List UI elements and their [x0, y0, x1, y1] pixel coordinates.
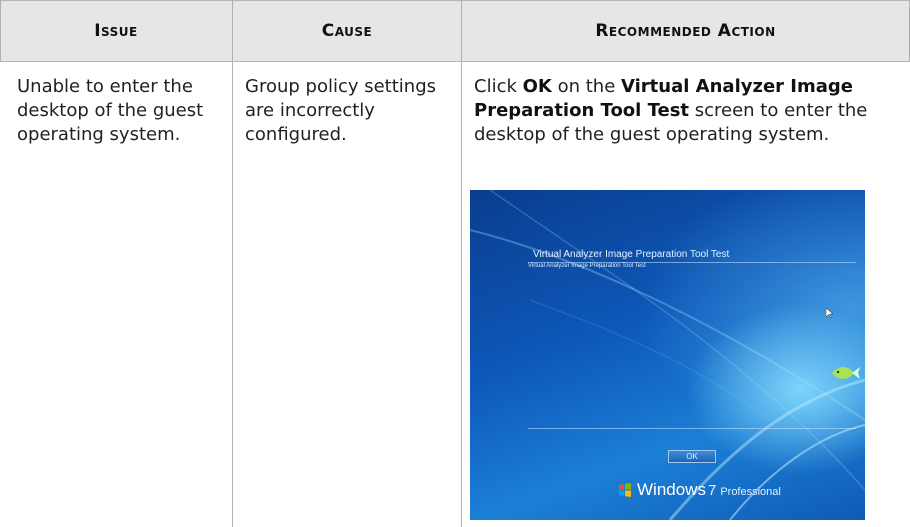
windows-desktop-screenshot: Virtual Analyzer Image Preparation Tool … [470, 190, 865, 520]
fish-icon [832, 367, 860, 379]
action-text-1: Click [474, 76, 523, 97]
ok-term: OK [522, 76, 552, 97]
dialog-subtitle: Virtual Analyzer Image Preparation Tool … [528, 263, 646, 269]
dialog-title: Virtual Analyzer Image Preparation Tool … [533, 249, 730, 260]
header-recommended-action: Recommended Action [595, 20, 776, 41]
column-divider [232, 0, 233, 527]
troubleshooting-table: Issue Cause Recommended Action Unable to… [0, 0, 910, 527]
brand-edition: Professional [720, 486, 781, 498]
cause-cell: Group policy settings are incorrectly co… [245, 76, 437, 145]
header-cause: Cause [321, 20, 373, 41]
brand-version: 7 [707, 482, 717, 499]
action-cell: Click OK on the Virtual Analyzer Image P… [474, 75, 894, 147]
windows-flag-icon [619, 483, 631, 497]
header-issue: Issue [94, 20, 138, 41]
mouse-cursor-icon [826, 308, 834, 318]
wallpaper-swoosh [470, 190, 865, 520]
issue-cell: Unable to enter the desktop of the guest… [17, 76, 204, 145]
brand-name: Windows [637, 480, 706, 499]
dialog-divider [528, 428, 856, 429]
action-text-2: on the [551, 76, 622, 97]
windows-brand: Windows 7 Professional [618, 480, 781, 500]
column-divider [0, 0, 1, 62]
column-divider [461, 0, 462, 527]
ok-button[interactable]: OK [668, 450, 716, 463]
